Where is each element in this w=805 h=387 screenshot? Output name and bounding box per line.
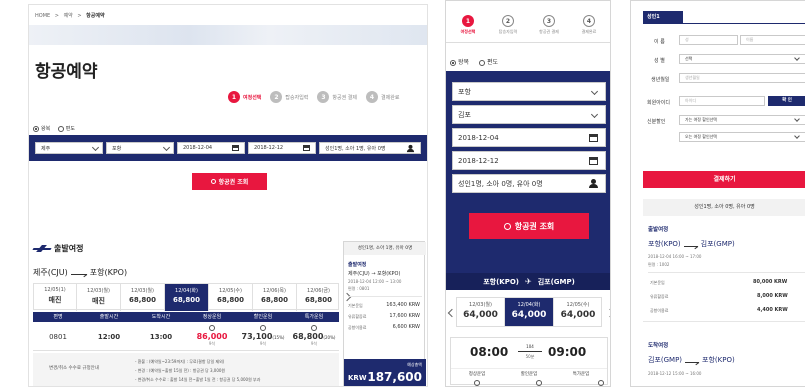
leg1-route: 포항(KPO) 김포(GMP) [648,240,735,248]
fare-radio[interactable] [474,380,480,386]
prev-date-arrow[interactable] [447,308,457,318]
breadcrumb: HOME > 예약 > 항공예약 [35,13,105,19]
gender-select[interactable]: 선택 [679,54,805,64]
plane-icon: ✈ [524,277,532,286]
radio-oneway[interactable]: 편도 [57,125,75,132]
calendar-icon [303,145,310,151]
step-4: 4 결제완료 [366,91,399,103]
birthdate-input[interactable]: 생년월일 [679,73,805,83]
fare-radio[interactable] [536,380,543,386]
fare-discount[interactable]: 73,100(15%) 9석 [237,325,289,347]
search-flights-button[interactable]: 항공권 조회 [192,173,267,190]
route-bar: 포항(KPO) ✈ 김포(GMP) [446,273,610,290]
leg2-route: 김포(GMP) 포항(KPO) [648,356,735,364]
date-start-field[interactable]: 2018-12-04 [177,142,245,154]
step-2: 2 탑승자입력 [270,91,308,103]
step-4: 4 결제완료 [574,15,604,35]
date-cell[interactable]: 12/06(금) 68,800 [297,284,340,311]
date-cell[interactable]: 12/06(목) 68,800 [253,284,297,311]
mobile-search-form: 포항 김포 2018-12-04 2018-12-12 성인1명, 소아 0명,… [446,71,610,273]
discount-outbound-select[interactable]: 가는 여정 할인선택 [679,115,805,125]
radio-oneway[interactable]: 편도 [478,59,498,66]
fare-summary: 성인1명, 소아 1명, 유아 0명 출발여정 제주(CJU) → 포항(KPO… [343,241,426,386]
trip-type: 왕복 편도 [33,125,75,132]
member-id-input[interactable]: 아이디 [679,96,765,106]
breadcrumb-current: 항공예약 [86,13,105,19]
route-label: 제주(CJU) 포항(KPO) [33,268,128,277]
date-cell-selected[interactable]: 12/04(화) 64,000 [505,298,554,326]
date-selector: 12/05(1) 매진 12/03(월) 매진 12/03(월) 68,800 12/… [29,283,352,311]
desktop-panel: HOME > 예약 > 항공예약 항공예약 1 여정선택 2 탑승자입력 3 항공권 … [28,4,428,387]
flight-table-header: 편명 출발시간 도착시간 정상운임 할인운임 특가운임 [33,312,339,322]
date-cell[interactable]: 12/05(수) 64,000 [554,298,602,326]
date-cell[interactable]: 12/03(월) 매진 [77,284,121,311]
date-cell[interactable]: 12/05(1) 매진 [34,284,77,311]
radio-roundtrip[interactable]: 왕복 [450,59,469,66]
search-flights-button[interactable]: 항공권 조회 [469,213,589,239]
date-cell[interactable]: 12/05(수) 68,800 [209,284,253,311]
destination-select[interactable]: 포항 [106,142,174,154]
person-icon [406,144,415,153]
search-icon [503,222,511,230]
date-cell[interactable]: 12/03(월) 64,000 [457,298,505,326]
discount-return-select[interactable]: 오는 여정 할인선택 [679,132,805,142]
date-selector-mobile: 12/03(월) 64,000 12/04(화) 64,000 12/05(수) 64… [447,297,610,327]
passenger-tab[interactable]: 성인1 [643,11,683,23]
mobile-search-panel: 1 여정선택 2 탑승자입력 3 항공권 결제 4 결제완료 왕복 편도 포항 김포 2… [445,0,611,387]
confirm-button[interactable]: 확 인 [768,96,805,106]
next-date-arrow[interactable] [605,308,610,318]
fare-normal[interactable]: 86,000 9석 [187,325,237,347]
person-icon [589,179,598,188]
step-3: 3 항공권 결제 [317,91,357,103]
flight-row[interactable]: 0801 12:00 13:00 86,000 9석 73,100(15%) 9… [33,323,339,351]
fee-notice: 변경/취소 수수료 규정안내 - 환불 : (예약일~23:59까지) : 무료… [33,353,339,386]
header-banner [29,25,427,45]
breadcrumb-reservation[interactable]: 예약 [64,13,73,19]
radio-roundtrip[interactable]: 왕복 [33,125,50,132]
step-2: 2 탑승자입력 [493,15,523,35]
destination-select[interactable]: 김포 [452,105,606,124]
step-indicator: 1 여정선택 2 탑승자입력 3 항공권 결제 4 결제완료 [228,91,399,103]
departure-section-title: 출발여정 [33,243,83,254]
fare-special[interactable]: 68,800(20%) 9석 [289,325,339,347]
prev-date-arrow[interactable] [29,292,33,302]
total-bar: 예상총액 KRW 187,600 [344,359,426,386]
date-end-field[interactable]: 2018-12-12 [248,142,316,154]
step-indicator-mobile: 1 여정선택 2 탑승자입력 3 항공권 결제 4 결제완료 [446,1,610,43]
search-bar: 제주 포항 2018-12-04 2018-12-12 성인1명, 소아 1명,… [29,135,427,161]
fare-radio[interactable] [598,380,605,386]
calendar-icon [589,134,598,142]
passenger-field[interactable]: 성인1명, 소아 0명, 유아 0명 [452,174,606,193]
origin-select[interactable]: 제주 [35,142,103,154]
calendar-icon [589,157,598,165]
step-1: 1 여정선택 [228,91,261,103]
given-name-input[interactable]: 이름 [740,35,805,45]
pay-button[interactable]: 결제하기 [643,171,805,188]
step-3: 3 항공권 결제 [534,15,564,35]
breadcrumb-home[interactable]: HOME [35,13,50,19]
passenger-field[interactable]: 성인1명, 소아 1명, 유아 0명 [319,142,421,154]
calendar-icon [232,145,239,151]
search-icon [210,179,216,184]
surname-input[interactable]: 성 [679,35,738,45]
trip-type-mobile: 왕복 편도 [450,57,498,66]
origin-select[interactable]: 포항 [452,82,606,101]
date-cell-selected[interactable]: 12/04(화) 68,800 [165,284,209,311]
mobile-passenger-panel: 성인1 이 름 성 이름 성 별 선택 생년월일 생년월일 회원아이디 아이디 … [630,0,805,387]
page-title: 항공예약 [35,62,98,82]
flight-card[interactable]: 08:00 104 50분 09:00 정상운임 할인운임 특가운임 [450,337,608,386]
step-1: 1 여정선택 [453,15,483,35]
date-start-field[interactable]: 2018-12-04 [452,128,606,147]
passenger-summary: 성인1명, 소아 0명, 유아 0명 [643,199,805,216]
date-end-field[interactable]: 2018-12-12 [452,151,606,170]
date-cell[interactable]: 12/03(월) 68,800 [121,284,165,311]
plane-icon [33,245,51,252]
